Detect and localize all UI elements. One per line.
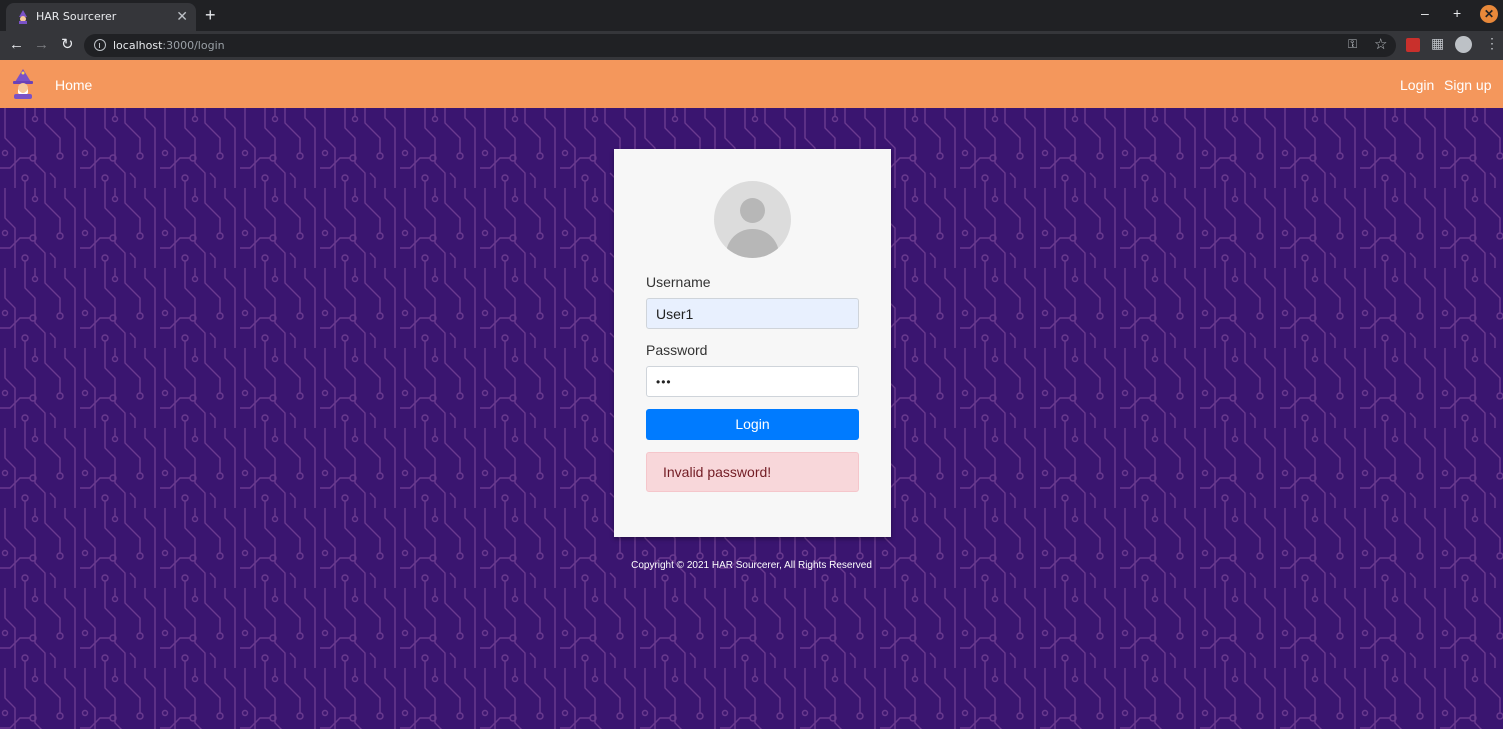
wizard-icon xyxy=(19,10,27,24)
user-avatar-icon xyxy=(714,181,791,258)
browser-chrome: HAR Sourcerer ✕ + – + ✕ ← → ↻ localhost:… xyxy=(0,0,1503,60)
star-icon[interactable]: ☆ xyxy=(1374,35,1387,53)
app-navbar: Home Login Sign up xyxy=(0,60,1503,108)
arrow-left-icon[interactable]: ← xyxy=(9,35,24,55)
url-text[interactable]: localhost:3000/login xyxy=(113,39,225,52)
login-card: Username Password Login Invalid password… xyxy=(614,149,891,537)
extension-icon[interactable] xyxy=(1406,38,1420,52)
nav-signup-link[interactable]: Sign up xyxy=(1444,77,1491,93)
new-tab-button[interactable]: + xyxy=(205,5,216,25)
username-input[interactable] xyxy=(646,298,859,329)
arrow-right-icon[interactable]: → xyxy=(34,35,49,55)
footer-copyright: Copyright © 2021 HAR Sourcerer, All Righ… xyxy=(631,560,872,571)
tab-strip: HAR Sourcerer ✕ + – + ✕ xyxy=(0,0,1503,31)
nav-login-link[interactable]: Login xyxy=(1400,77,1434,93)
window-maximize-button[interactable]: + xyxy=(1453,4,1461,22)
username-label: Username xyxy=(646,274,711,290)
url-host: localhost xyxy=(113,39,163,52)
tab-close-icon[interactable]: ✕ xyxy=(176,8,188,24)
account-icon[interactable] xyxy=(1455,36,1472,53)
avatar-head xyxy=(740,198,765,223)
avatar-body xyxy=(726,229,779,258)
info-icon[interactable] xyxy=(94,39,106,51)
puzzle-icon[interactable]: ▦ xyxy=(1431,35,1444,52)
window-close-button[interactable]: ✕ xyxy=(1480,5,1498,23)
login-button[interactable]: Login xyxy=(646,409,859,440)
error-alert: Invalid password! xyxy=(646,452,859,492)
password-input[interactable] xyxy=(646,366,859,397)
browser-toolbar: ← → ↻ localhost:3000/login ⚿ ☆ xyxy=(0,31,1503,60)
reload-icon[interactable]: ↻ xyxy=(61,35,74,55)
window-minimize-button[interactable]: – xyxy=(1421,4,1429,22)
key-icon[interactable]: ⚿ xyxy=(1348,37,1357,52)
wizard-icon[interactable] xyxy=(10,69,36,99)
browser-tab[interactable]: HAR Sourcerer ✕ xyxy=(6,3,196,31)
url-path: :3000/login xyxy=(162,39,225,52)
address-bar[interactable]: localhost:3000/login ⚿ ☆ xyxy=(84,34,1396,57)
password-label: Password xyxy=(646,342,708,358)
nav-home-link[interactable]: Home xyxy=(55,77,92,93)
kebab-menu-icon[interactable]: ⋮ xyxy=(1485,35,1499,52)
tab-title: HAR Sourcerer xyxy=(36,10,117,23)
